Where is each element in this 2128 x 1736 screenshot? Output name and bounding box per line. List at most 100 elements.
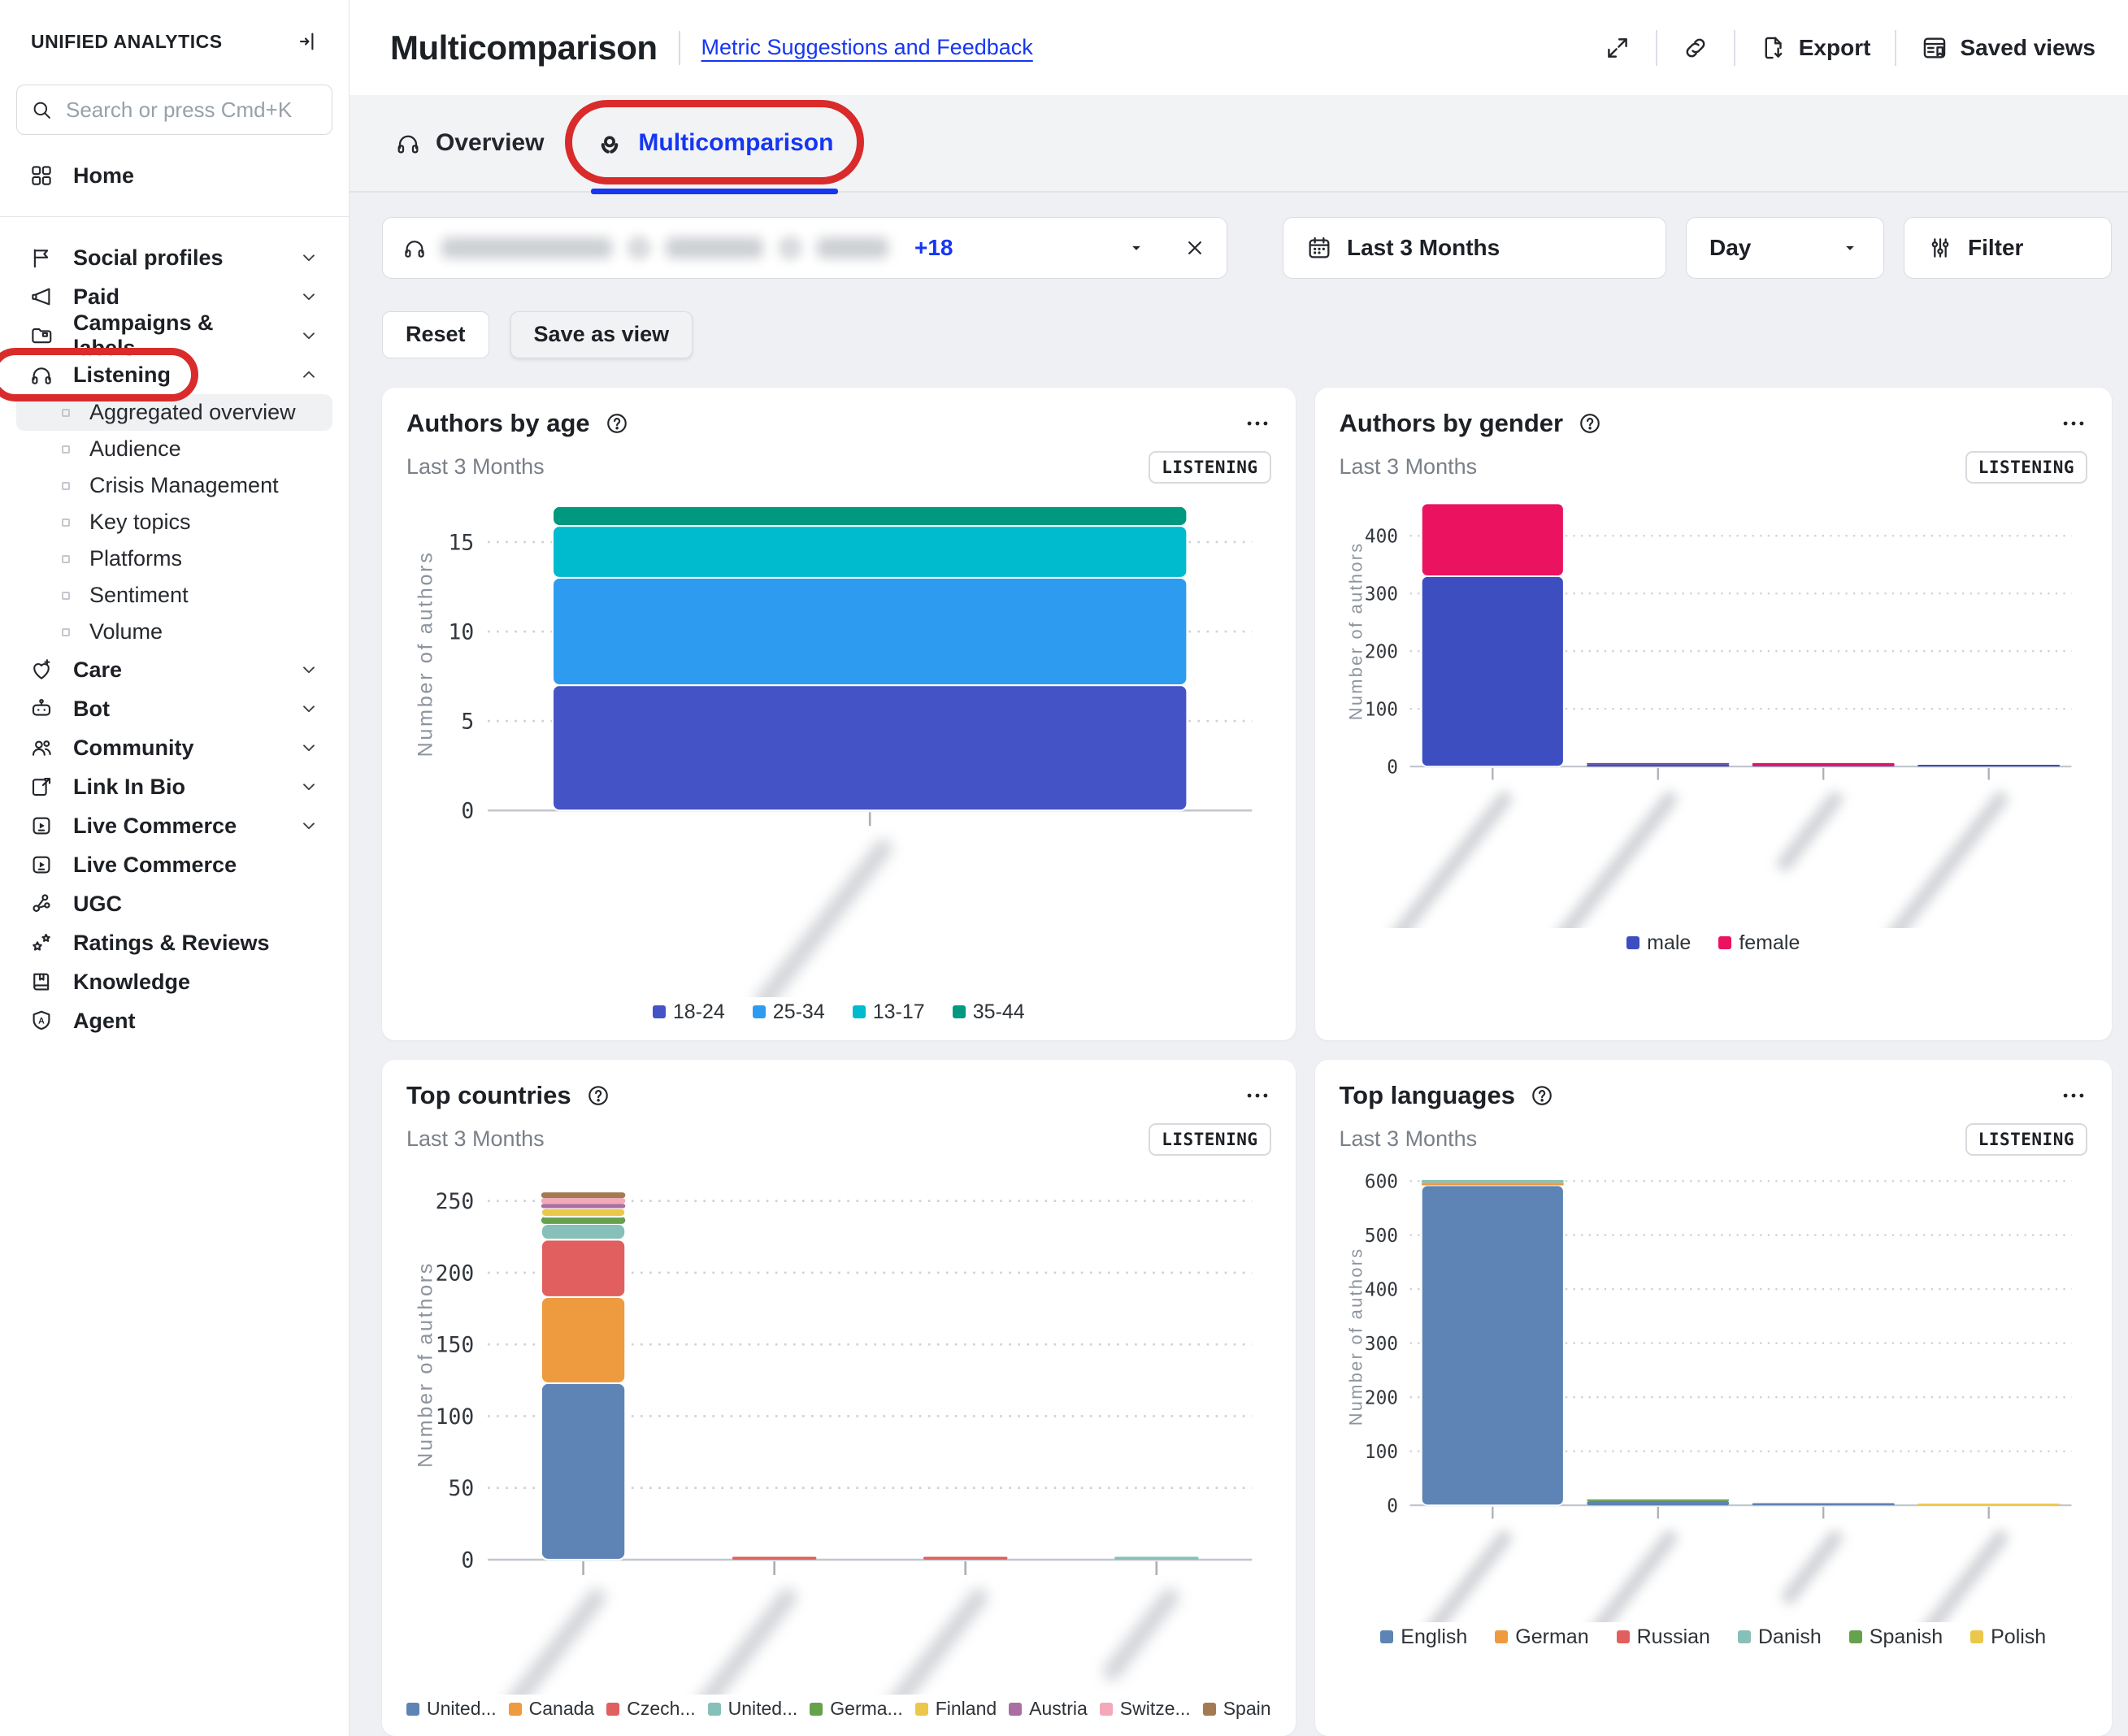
more-count-badge[interactable]: +18 xyxy=(914,235,953,261)
chevron-up-icon[interactable] xyxy=(298,364,319,385)
sidebar-item-label: Platforms xyxy=(89,546,182,571)
help-icon[interactable] xyxy=(1530,1083,1554,1108)
brand-logo: UNIFIED ANALYTICS xyxy=(31,31,223,53)
chevron-down-icon[interactable] xyxy=(298,247,319,268)
chevron-down-icon[interactable] xyxy=(298,698,319,719)
listening-badge: LISTENING xyxy=(1149,451,1270,484)
sidebar-item-home[interactable]: Home xyxy=(0,156,349,195)
more-menu-icon[interactable] xyxy=(1244,1082,1271,1109)
saved-views-button[interactable]: Saved views xyxy=(1921,34,2095,62)
sidebar-item-community[interactable]: Community xyxy=(0,728,349,767)
legend-item-polish[interactable]: Polish xyxy=(1970,1625,2046,1649)
legend-item-english[interactable]: English xyxy=(1380,1625,1467,1649)
close-icon[interactable] xyxy=(1183,236,1207,260)
legend-item-germa[interactable]: Germa... xyxy=(810,1698,902,1720)
legend-swatch xyxy=(1738,1630,1751,1643)
legend-item-spanish[interactable]: Spanish xyxy=(1849,1625,1943,1649)
sidebar-item-social-profiles[interactable]: Social profiles xyxy=(0,238,349,277)
copy-link-icon[interactable] xyxy=(1682,34,1709,62)
date-range-button[interactable]: Last 3 Months xyxy=(1283,217,1666,279)
chart-time-range: Last 3 Months xyxy=(1340,1126,1478,1152)
calendar-icon xyxy=(1306,235,1332,261)
bullet-icon xyxy=(62,628,70,636)
content-area: +18 Last 3 Months Day xyxy=(350,193,2128,1736)
help-icon[interactable] xyxy=(586,1083,610,1108)
sidebar-item-audience[interactable]: Audience xyxy=(16,431,332,467)
legend-item-35-44[interactable]: 35-44 xyxy=(953,1000,1025,1024)
chevron-down-icon[interactable] xyxy=(298,815,319,836)
legend-label: 35-44 xyxy=(973,1000,1025,1024)
legend-label: German xyxy=(1515,1625,1588,1649)
chevron-down-icon[interactable] xyxy=(298,286,319,307)
legend-item-austria[interactable]: Austria xyxy=(1009,1698,1088,1720)
page-header: Multicomparison Metric Suggestions and F… xyxy=(350,0,2128,95)
bot-icon xyxy=(29,697,54,721)
chevron-down-icon[interactable] xyxy=(298,776,319,797)
caret-down-icon[interactable] xyxy=(1126,237,1147,258)
chevron-down-icon[interactable] xyxy=(298,737,319,758)
legend-item-spain[interactable]: Spain xyxy=(1203,1698,1271,1720)
sidebar-item-live-commerce[interactable]: Live Commerce xyxy=(0,806,349,845)
sidebar-item-key-topics[interactable]: Key topics xyxy=(16,504,332,540)
export-button[interactable]: Export xyxy=(1760,34,1871,62)
legend-item-switze[interactable]: Switze... xyxy=(1100,1698,1191,1720)
sidebar-item-care[interactable]: Care xyxy=(0,650,349,689)
sidebar-item-platforms[interactable]: Platforms xyxy=(16,540,332,577)
search-box[interactable] xyxy=(16,85,332,135)
tab-multicomparison[interactable]: Multicomparison xyxy=(596,129,833,157)
legend-item-finland[interactable]: Finland xyxy=(915,1698,997,1720)
legend-item-25-34[interactable]: 25-34 xyxy=(753,1000,825,1024)
legend-item-canada[interactable]: Canada xyxy=(509,1698,595,1720)
sidebar-divider xyxy=(0,216,349,217)
chevron-down-icon[interactable] xyxy=(298,659,319,680)
legend-item-united[interactable]: United... xyxy=(406,1698,497,1720)
legend-item-russian[interactable]: Russian xyxy=(1617,1625,1710,1649)
sidebar-item-ugc[interactable]: UGC xyxy=(0,884,349,923)
svg-text:Number of authors: Number of authors xyxy=(415,1261,437,1468)
help-icon[interactable] xyxy=(605,411,629,436)
legend-item-german[interactable]: German xyxy=(1495,1625,1588,1649)
sidebar-item-live-commerce[interactable]: Live Commerce xyxy=(0,845,349,884)
selection-filter-pill[interactable]: +18 xyxy=(382,217,1227,279)
reset-button[interactable]: Reset xyxy=(382,311,489,358)
sidebar-item-sentiment[interactable]: Sentiment xyxy=(16,577,332,614)
granularity-select[interactable]: Day xyxy=(1686,217,1884,279)
legend-item-female[interactable]: female xyxy=(1718,931,1800,955)
more-menu-icon[interactable] xyxy=(2060,1082,2087,1109)
sidebar-item-listening[interactable]: Listening xyxy=(0,355,349,394)
metric-suggestions-link[interactable]: Metric Suggestions and Feedback xyxy=(701,35,1033,60)
sidebar-item-aggregated-overview[interactable]: Aggregated overview xyxy=(16,394,332,431)
svg-text:250: 250 xyxy=(436,1190,475,1214)
legend-swatch xyxy=(1617,1630,1630,1643)
expand-icon[interactable] xyxy=(1604,34,1631,62)
legend-item-male[interactable]: male xyxy=(1626,931,1691,955)
legend-label: Germa... xyxy=(830,1698,902,1720)
legend-item-danish[interactable]: Danish xyxy=(1738,1625,1822,1649)
svg-text:400: 400 xyxy=(1364,526,1397,547)
filter-button[interactable]: Filter xyxy=(1904,217,2112,279)
collapse-sidebar-icon[interactable] xyxy=(297,29,321,54)
legend-item-18-24[interactable]: 18-24 xyxy=(653,1000,725,1024)
sidebar-item-campaigns-labels[interactable]: Campaigns & labels xyxy=(0,316,349,355)
legend-item-czech[interactable]: Czech... xyxy=(606,1698,695,1720)
save-as-view-button[interactable]: Save as view xyxy=(510,311,693,358)
sidebar-item-volume[interactable]: Volume xyxy=(16,614,332,650)
legend-item-united[interactable]: United... xyxy=(708,1698,798,1720)
sidebar-item-crisis-management[interactable]: Crisis Management xyxy=(16,467,332,504)
title-divider xyxy=(679,31,680,65)
tab-overview[interactable]: Overview xyxy=(395,129,544,157)
sidebar-item-link-in-bio[interactable]: Link In Bio xyxy=(0,767,349,806)
more-menu-icon[interactable] xyxy=(2060,410,2087,437)
chevron-down-icon[interactable] xyxy=(298,325,319,346)
svg-text:Number of authors: Number of authors xyxy=(1345,541,1366,720)
legend-label: Spanish xyxy=(1870,1625,1943,1649)
search-input[interactable] xyxy=(64,97,340,124)
sidebar-item-bot[interactable]: Bot xyxy=(0,689,349,728)
sidebar-item-ratings-reviews[interactable]: Ratings & Reviews xyxy=(0,923,349,962)
livecommerce-icon xyxy=(29,814,54,838)
more-menu-icon[interactable] xyxy=(1244,410,1271,437)
sidebar-item-agent[interactable]: AAgent xyxy=(0,1001,349,1040)
sidebar-item-knowledge[interactable]: Knowledge xyxy=(0,962,349,1001)
legend-item-13-17[interactable]: 13-17 xyxy=(853,1000,925,1024)
help-icon[interactable] xyxy=(1578,411,1602,436)
